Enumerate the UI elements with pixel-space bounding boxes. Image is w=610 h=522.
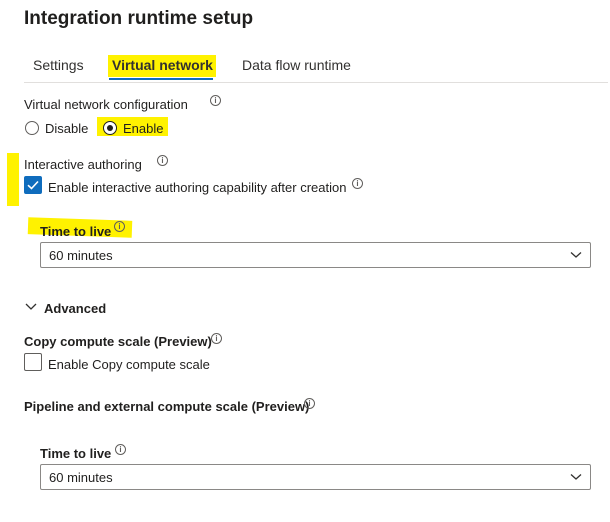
info-icon[interactable]: i <box>210 95 221 106</box>
ttl-select[interactable]: 60 minutes <box>40 242 591 268</box>
chevron-down-icon <box>570 252 582 258</box>
info-icon[interactable]: i <box>157 155 168 166</box>
info-icon[interactable]: i <box>211 333 222 344</box>
pipeline-compute-label: Pipeline and external compute scale (Pre… <box>24 399 310 414</box>
active-tab-indicator <box>109 78 213 80</box>
copy-compute-checkbox-label[interactable]: Enable Copy compute scale <box>48 357 210 372</box>
tab-virtual-network[interactable]: Virtual network <box>112 57 213 73</box>
tab-settings[interactable]: Settings <box>33 57 84 73</box>
radio-disable-label[interactable]: Disable <box>45 121 88 136</box>
side-highlight-marker <box>7 153 19 206</box>
radio-disable[interactable] <box>25 121 39 135</box>
interactive-authoring-checkbox[interactable] <box>24 176 42 194</box>
interactive-authoring-checkbox-label[interactable]: Enable interactive authoring capability … <box>48 180 346 195</box>
copy-compute-label: Copy compute scale (Preview) <box>24 334 212 349</box>
interactive-authoring-label: Interactive authoring <box>24 157 142 172</box>
info-icon[interactable]: i <box>352 178 363 189</box>
copy-compute-checkbox[interactable] <box>24 353 42 371</box>
checkmark-icon <box>27 180 39 190</box>
pipeline-ttl-label: Time to live <box>40 446 112 461</box>
ttl-label: Time to live <box>40 224 112 239</box>
advanced-toggle[interactable]: Advanced <box>44 301 106 316</box>
page-title: Integration runtime setup <box>24 8 254 29</box>
info-icon[interactable]: i <box>115 444 126 455</box>
info-icon[interactable]: i <box>114 221 125 232</box>
info-icon[interactable]: i <box>304 398 315 409</box>
pipeline-ttl-select-value: 60 minutes <box>49 470 113 485</box>
chevron-down-icon <box>570 474 582 480</box>
vnet-config-label: Virtual network configuration <box>24 97 188 112</box>
radio-enable[interactable] <box>103 121 117 135</box>
tab-data-flow-runtime[interactable]: Data flow runtime <box>242 57 351 73</box>
chevron-down-icon[interactable] <box>25 302 37 312</box>
radio-selected-dot <box>107 125 113 131</box>
pipeline-ttl-select[interactable]: 60 minutes <box>40 464 591 490</box>
radio-enable-label[interactable]: Enable <box>123 121 163 136</box>
ttl-select-value: 60 minutes <box>49 248 113 263</box>
tabs-divider <box>24 82 608 83</box>
